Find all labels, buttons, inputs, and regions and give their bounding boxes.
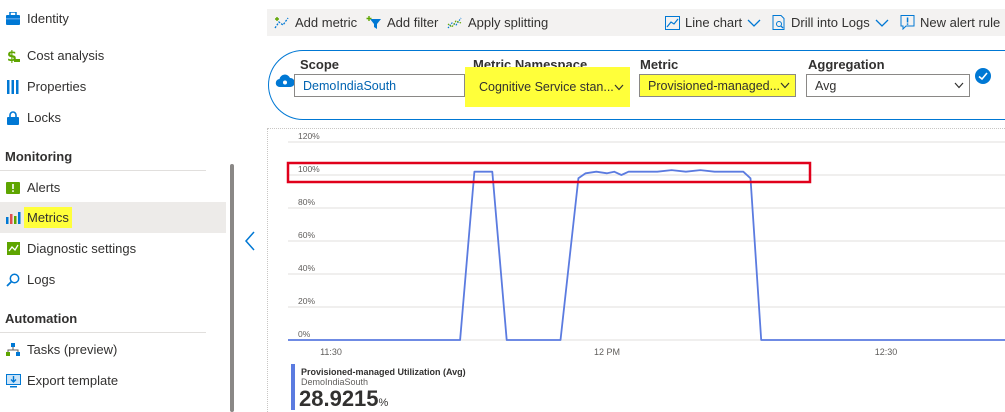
x-tick-label: 12 PM xyxy=(594,347,620,357)
utilization-line-chart: 120% 100% 80% 60% 40% 20% 0% 11:30 12 PM 12:30 xyxy=(286,131,1005,357)
y-tick-label: 100% xyxy=(298,164,320,174)
legend-value: 28.9215% xyxy=(299,386,388,412)
series-line xyxy=(288,169,1005,341)
y-tick-label: 60% xyxy=(298,230,315,240)
y-tick-label: 0% xyxy=(298,329,311,339)
y-tick-label: 120% xyxy=(298,131,320,141)
legend-series-name[interactable]: Provisioned-managed Utilization (Avg) xyxy=(301,367,466,377)
y-tick-label: 80% xyxy=(298,197,315,207)
x-tick-label: 12:30 xyxy=(875,347,898,357)
legend-unit: % xyxy=(378,397,389,409)
y-tick-label: 20% xyxy=(298,296,315,306)
y-tick-label: 40% xyxy=(298,263,315,273)
legend-color-swatch xyxy=(291,364,295,410)
x-tick-label: 11:30 xyxy=(320,347,342,357)
legend-value-number: 28.9215 xyxy=(299,386,379,411)
